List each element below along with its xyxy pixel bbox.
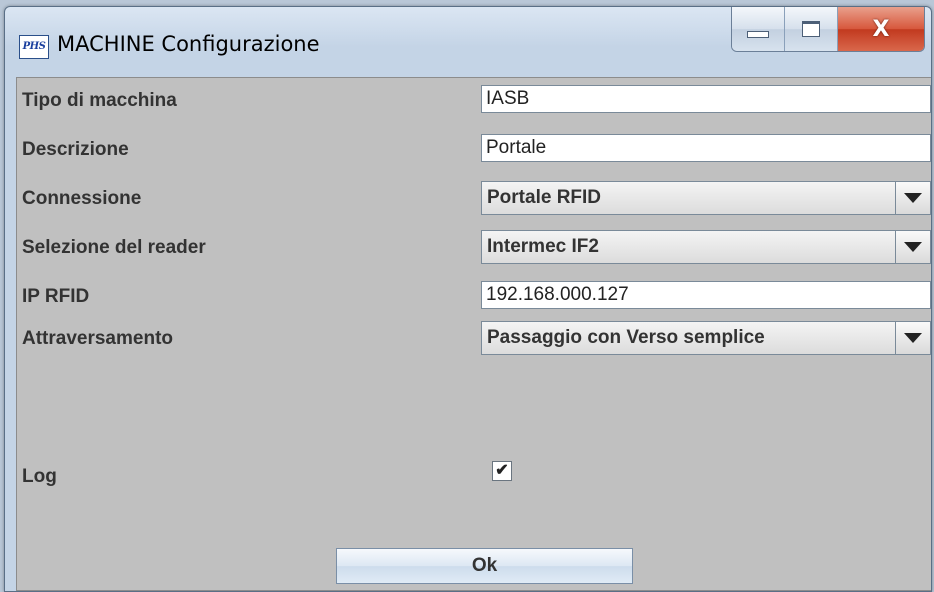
chevron-down-icon xyxy=(904,333,922,343)
chevron-down-icon xyxy=(904,242,922,252)
attraversamento-selected-value: Passaggio con Verso semplice xyxy=(487,327,765,348)
descrizione-label: Descrizione xyxy=(22,139,129,160)
row-ip-rfid: IP RFID 192.168.000.127 xyxy=(17,276,931,314)
close-button[interactable]: X xyxy=(838,7,924,51)
reader-label: Selezione del reader xyxy=(22,237,206,258)
close-icon: X xyxy=(872,16,890,42)
log-label: Log xyxy=(22,466,57,487)
attraversamento-label: Attraversamento xyxy=(22,328,173,349)
minimize-icon xyxy=(747,30,769,38)
ip-rfid-label: IP RFID xyxy=(22,286,90,307)
ip-rfid-field[interactable]: 192.168.000.127 xyxy=(481,281,931,309)
title-bar[interactable]: PHS MACHINE Configurazione X xyxy=(5,7,931,77)
descrizione-field[interactable]: Portale xyxy=(481,134,931,162)
window-controls: X xyxy=(731,7,925,52)
reader-dropdown-button[interactable] xyxy=(895,231,930,263)
maximize-button[interactable] xyxy=(785,7,838,51)
form-panel: Tipo di macchina IASB Descrizione Portal… xyxy=(16,77,931,591)
connessione-select[interactable]: Portale RFID xyxy=(481,181,931,215)
reader-select[interactable]: Intermec IF2 xyxy=(481,230,931,264)
tipo-macchina-label: Tipo di macchina xyxy=(22,90,177,111)
row-attraversamento: Attraversamento Passaggio con Verso semp… xyxy=(17,318,931,356)
reader-selected-value: Intermec IF2 xyxy=(487,236,599,257)
tipo-macchina-field[interactable]: IASB xyxy=(481,85,931,113)
connessione-label: Connessione xyxy=(22,188,142,209)
maximize-icon xyxy=(802,21,820,37)
row-connessione: Connessione Portale RFID xyxy=(17,178,931,216)
check-icon: ✔ xyxy=(495,462,509,479)
attraversamento-dropdown-button[interactable] xyxy=(895,322,930,354)
connessione-selected-value: Portale RFID xyxy=(487,187,602,208)
minimize-button[interactable] xyxy=(732,7,785,51)
window-title: MACHINE Configurazione xyxy=(57,32,320,56)
row-log: Log ✔ xyxy=(17,456,931,494)
ok-button[interactable]: Ok xyxy=(336,548,633,584)
app-logo-icon: PHS xyxy=(19,35,49,59)
connessione-dropdown-button[interactable] xyxy=(895,182,930,214)
config-window: PHS MACHINE Configurazione X Tipo di mac… xyxy=(4,6,932,592)
attraversamento-select[interactable]: Passaggio con Verso semplice xyxy=(481,321,931,355)
chevron-down-icon xyxy=(904,193,922,203)
row-reader: Selezione del reader Intermec IF2 xyxy=(17,227,931,265)
row-descrizione: Descrizione Portale xyxy=(17,129,931,167)
row-tipo-macchina: Tipo di macchina IASB xyxy=(17,80,931,118)
log-checkbox[interactable]: ✔ xyxy=(492,461,512,481)
